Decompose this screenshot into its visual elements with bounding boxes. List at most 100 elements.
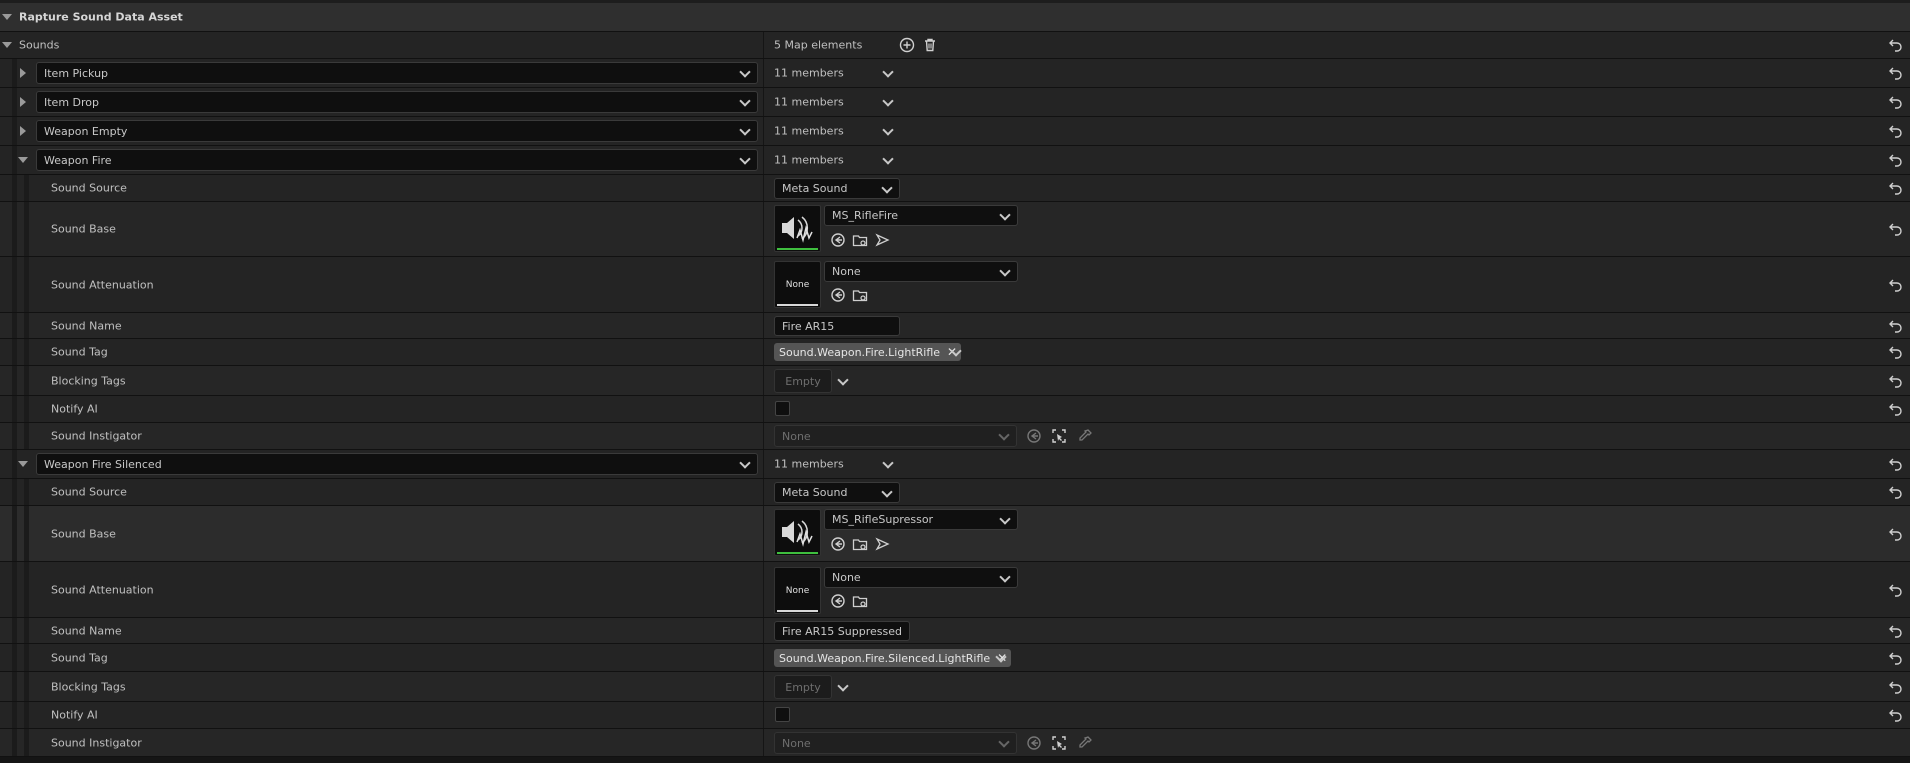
reset-to-default-icon[interactable]	[1888, 94, 1904, 110]
expand-arrow-icon[interactable]	[20, 68, 26, 78]
expand-arrow-icon[interactable]	[20, 97, 26, 107]
reset-to-default-icon[interactable]	[1888, 37, 1904, 53]
collapse-arrow-icon[interactable]	[2, 14, 12, 20]
reset-to-default-icon[interactable]	[1888, 526, 1904, 542]
collapse-arrow-icon[interactable]	[18, 157, 28, 163]
expand-arrow-icon[interactable]	[20, 126, 26, 136]
reset-to-default-icon[interactable]	[1888, 679, 1904, 695]
sound-name-input[interactable]: Fire AR15 Suppressed	[774, 621, 910, 641]
map-key-dropdown[interactable]: Item Pickup	[36, 62, 758, 84]
reset-to-default-icon[interactable]	[1888, 582, 1904, 598]
property-label: Notify AI	[51, 708, 98, 722]
chevron-down-icon[interactable]	[882, 457, 894, 469]
reset-to-default-icon[interactable]	[1888, 401, 1904, 417]
play-icon[interactable]	[874, 232, 890, 248]
map-key-dropdown[interactable]: Weapon Fire Silenced	[36, 453, 758, 475]
reset-to-default-icon[interactable]	[1888, 484, 1904, 500]
delete-all-trash-icon[interactable]	[922, 37, 938, 53]
eyedropper-icon[interactable]	[1077, 428, 1093, 444]
wfs-blocking-tags-row: Blocking Tags Empty	[0, 672, 1910, 702]
chevron-down-icon	[999, 208, 1011, 221]
reset-to-default-icon[interactable]	[1888, 650, 1904, 666]
sound-base-asset-dropdown[interactable]: MS_RifleFire	[824, 205, 1018, 226]
dropdown-value: None	[782, 736, 811, 750]
property-label: Sound Base	[51, 222, 116, 236]
chevron-down-icon	[998, 736, 1010, 748]
gameplay-tag-chip[interactable]: Sound.Weapon.Fire.LightRifle ✕	[774, 343, 962, 361]
add-element-icon[interactable]	[899, 37, 915, 53]
reset-cell	[1882, 32, 1910, 58]
sound-attenuation-asset-dropdown[interactable]: None	[824, 261, 1018, 282]
reset-to-default-icon[interactable]	[1888, 318, 1904, 334]
asset-thumbnail[interactable]	[774, 205, 821, 252]
use-selected-arrow-icon[interactable]	[830, 287, 846, 303]
chevron-down-icon[interactable]	[882, 66, 894, 78]
sound-attenuation-asset-dropdown[interactable]: None	[824, 567, 1018, 588]
chevron-down-icon[interactable]	[837, 680, 849, 692]
wf-sound-source-row: Sound Source Meta Sound	[0, 175, 1910, 202]
map-key-label: Item Drop	[44, 95, 99, 109]
chevron-down-icon[interactable]	[837, 374, 849, 386]
map-key-label: Weapon Fire Silenced	[44, 457, 162, 471]
collapse-arrow-icon[interactable]	[18, 461, 28, 467]
sound-name-input[interactable]: Fire AR15	[774, 316, 900, 336]
wf-sound-attenuation-row: Sound Attenuation None None	[0, 257, 1910, 313]
reset-to-default-icon[interactable]	[1888, 373, 1904, 389]
browse-folder-icon[interactable]	[852, 593, 868, 609]
reset-to-default-icon[interactable]	[1888, 180, 1904, 196]
members-count: 11 members	[774, 95, 844, 109]
chevron-down-icon	[739, 124, 751, 136]
thumbnail-none-label: None	[785, 279, 810, 290]
notify-ai-checkbox[interactable]	[775, 401, 790, 416]
sound-instigator-dropdown[interactable]: None	[774, 732, 1017, 754]
notify-ai-checkbox[interactable]	[775, 707, 790, 722]
reset-to-default-icon[interactable]	[1888, 623, 1904, 639]
reset-to-default-icon[interactable]	[1888, 152, 1904, 168]
map-key-dropdown[interactable]: Item Drop	[36, 91, 758, 113]
reset-to-default-icon[interactable]	[1888, 221, 1904, 237]
reset-to-default-icon[interactable]	[1888, 277, 1904, 293]
chevron-down-icon[interactable]	[882, 153, 894, 165]
input-value: Fire AR15	[782, 319, 835, 333]
property-label: Sound Attenuation	[51, 278, 154, 291]
sound-source-dropdown[interactable]: Meta Sound	[774, 178, 900, 199]
use-selected-arrow-icon[interactable]	[830, 536, 846, 552]
browse-folder-icon[interactable]	[852, 536, 868, 552]
map-key-dropdown[interactable]: Weapon Fire	[36, 149, 758, 171]
sound-source-dropdown[interactable]: Meta Sound	[774, 482, 900, 503]
sounds-map-row: Sounds 5 Map elements	[0, 32, 1910, 59]
pick-actor-icon[interactable]	[1051, 735, 1067, 751]
browse-folder-icon[interactable]	[852, 287, 868, 303]
chevron-down-icon[interactable]	[882, 95, 894, 107]
use-selected-arrow-icon[interactable]	[1026, 428, 1042, 444]
reset-to-default-icon[interactable]	[1888, 123, 1904, 139]
category-header[interactable]: Rapture Sound Data Asset	[0, 0, 1910, 32]
sound-base-asset-dropdown[interactable]: MS_RifleSupressor	[824, 509, 1018, 530]
chevron-down-icon[interactable]	[882, 124, 894, 136]
map-entry-weapon-fire: Weapon Fire 11 members	[0, 146, 1910, 175]
map-entry-item-pickup: Item Pickup 11 members	[0, 59, 1910, 88]
map-key-dropdown[interactable]: Weapon Empty	[36, 120, 758, 142]
property-label: Notify AI	[51, 402, 98, 416]
asset-thumbnail[interactable]: None	[774, 261, 821, 308]
browse-folder-icon[interactable]	[852, 232, 868, 248]
eyedropper-icon[interactable]	[1077, 735, 1093, 751]
wfs-sound-attenuation-row: Sound Attenuation None None	[0, 562, 1910, 618]
expand-sounds-arrow-icon[interactable]	[2, 42, 12, 48]
gameplay-tag-chip[interactable]: Sound.Weapon.Fire.Silenced.LightRifle ✕	[774, 649, 1012, 667]
reset-to-default-icon[interactable]	[1888, 707, 1904, 723]
reset-to-default-icon[interactable]	[1888, 344, 1904, 360]
blocking-tags-container[interactable]: Empty	[774, 675, 832, 699]
play-icon[interactable]	[874, 536, 890, 552]
use-selected-arrow-icon[interactable]	[830, 232, 846, 248]
use-selected-arrow-icon[interactable]	[830, 593, 846, 609]
use-selected-arrow-icon[interactable]	[1026, 735, 1042, 751]
reset-to-default-icon[interactable]	[1888, 456, 1904, 472]
asset-name: MS_RifleSupressor	[832, 513, 934, 526]
asset-thumbnail[interactable]	[774, 509, 821, 556]
reset-to-default-icon[interactable]	[1888, 65, 1904, 81]
pick-actor-icon[interactable]	[1051, 428, 1067, 444]
asset-thumbnail[interactable]: None	[774, 567, 821, 614]
sound-instigator-dropdown[interactable]: None	[774, 425, 1017, 447]
blocking-tags-container[interactable]: Empty	[774, 369, 832, 393]
